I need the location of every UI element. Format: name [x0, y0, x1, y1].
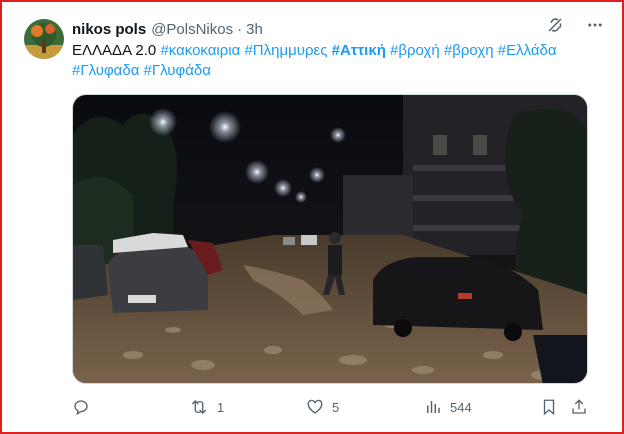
share-button[interactable]: [570, 398, 588, 416]
tweet-photo[interactable]: [72, 94, 588, 384]
reply-icon: [72, 398, 90, 416]
header-actions: [546, 16, 604, 39]
like-count: 5: [332, 399, 340, 415]
view-count: 544: [450, 399, 472, 415]
heart-icon: [306, 398, 324, 416]
author-name[interactable]: nikos pols: [72, 21, 146, 38]
more-icon[interactable]: [586, 16, 604, 39]
author-handle[interactable]: @PolsNikos: [151, 21, 233, 38]
share-icon: [570, 398, 588, 416]
views-icon: [424, 398, 442, 416]
hashtag-link[interactable]: #βροχη: [444, 42, 494, 59]
hashtag-link[interactable]: #Γλυφάδα: [144, 62, 211, 79]
hashtag-link[interactable]: #Αττική: [332, 42, 386, 59]
hashtag-link[interactable]: #βροχή: [390, 42, 440, 59]
separator-dot: ·: [237, 20, 243, 38]
retweet-button[interactable]: 1: [189, 398, 224, 416]
retweet-count: 1: [217, 399, 225, 415]
hashtag-link[interactable]: #Ελλάδα: [498, 42, 557, 59]
bookmark-icon: [540, 398, 558, 416]
tweet-card: nikos pols @PolsNikos · 3h ΕΛΛΑΔΑ 2.0 #κ…: [0, 0, 624, 434]
tweet-text-segment: ΕΛΛΑΔΑ 2.0: [72, 42, 161, 59]
avatar[interactable]: [24, 19, 64, 59]
reply-button[interactable]: [72, 398, 98, 416]
tweet-text: ΕΛΛΑΔΑ 2.0 #κακοκαιρια #Πλημμυρες #Αττικ…: [72, 41, 602, 81]
bookmark-button[interactable]: [540, 398, 558, 416]
action-bar: 1 5 544: [72, 398, 592, 418]
like-button[interactable]: 5: [306, 398, 339, 416]
grok-icon[interactable]: [546, 16, 564, 39]
hashtag-link[interactable]: #κακοκαιρια: [160, 42, 240, 59]
hashtag-link[interactable]: #Γλυφαδα: [72, 62, 139, 79]
timestamp[interactable]: 3h: [246, 21, 263, 38]
hashtag-link[interactable]: #Πλημμυρες: [244, 42, 327, 59]
retweet-icon: [189, 398, 209, 416]
tweet-header: nikos pols @PolsNikos · 3h: [72, 19, 602, 39]
views-button[interactable]: 544: [424, 398, 472, 416]
